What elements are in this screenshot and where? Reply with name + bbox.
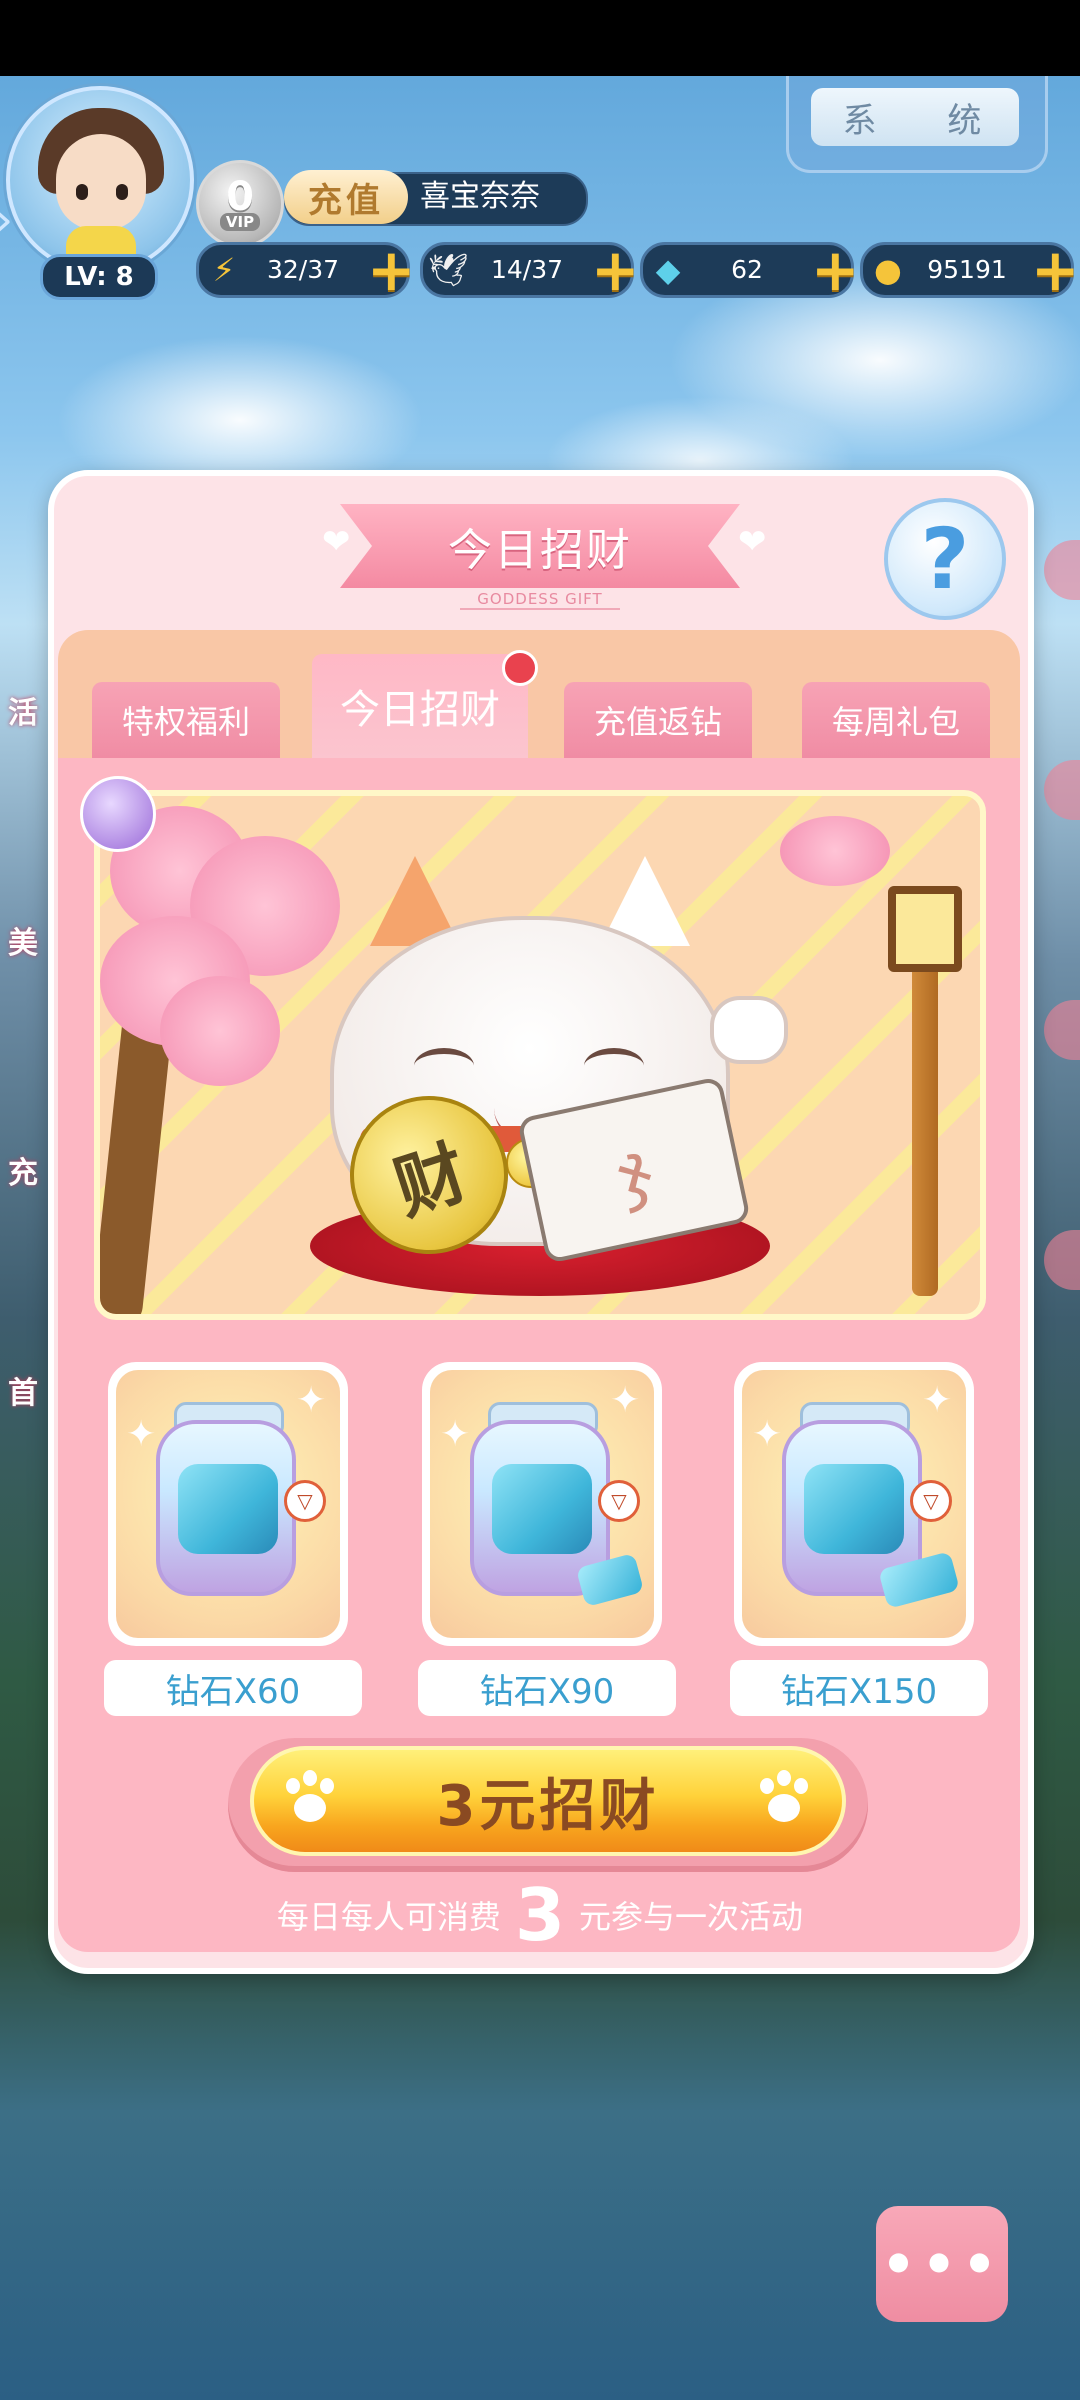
side-menu-item[interactable]: 美 [0,900,40,980]
lamp-post [912,956,938,1296]
side-expand-arrow-icon[interactable]: › [0,190,28,250]
lightning-icon: ⚡ [212,251,236,289]
reward-card-150: ✦ ✦ ▽ [734,1362,974,1646]
reward-label: 钻石X60 [104,1660,362,1716]
add-energy-button[interactable]: + [367,241,416,299]
note-suffix: 元参与一次活动 [579,1898,804,1936]
system-button[interactable]: 系 统 [811,88,1019,146]
tab-privilege[interactable]: 特权福利 [92,682,280,758]
resource-coin: ● 95191 + [860,241,1080,299]
help-button[interactable]: ? [884,498,1006,620]
coin-icon: ● [874,251,902,289]
lollipop-icon [80,776,156,852]
popup-subtitle: GODDESS GIFT [460,590,620,610]
sparkle-icon: ✦ [610,1380,641,1421]
player-avatar[interactable] [6,86,194,274]
side-menu-item[interactable]: 活 [0,670,40,750]
avatar-eye-left [76,184,88,200]
diamond-value: 62 [731,255,763,284]
more-menu-button[interactable]: ••• [876,2206,1008,2322]
side-menu-item[interactable]: 充 [0,1130,40,1210]
add-diamond-button[interactable]: + [811,241,860,299]
diamond-tag-icon: ▽ [910,1480,952,1522]
popup-title-banner: 今日招财 [340,504,740,588]
diamond-jar-icon [156,1420,296,1596]
reward-card-60: ✦ ✦ ▽ [108,1362,348,1646]
vip-badge[interactable]: 0 VIP [196,160,284,248]
add-coin-button[interactable]: + [1031,241,1080,299]
vip-number: 0 [226,174,254,220]
paw-icon [278,1770,342,1830]
sparkle-icon: ✦ [126,1414,157,1455]
note-prefix: 每日每人可消费 [276,1898,501,1936]
side-menu-item[interactable]: 首 [0,1350,40,1430]
diamond-tag-icon: ▽ [284,1480,326,1522]
recharge-button[interactable]: 充值 [284,170,408,224]
cat-eye [584,1048,644,1084]
status-bar [0,0,1080,76]
cat-eye [414,1048,474,1084]
resource-wing: 🕊 14/37 + [420,241,640,299]
activity-note: 每日每人可消费 3 元参与一次活动 [160,1873,920,1957]
heart-icon: ❤ [322,522,351,562]
blossom [780,816,890,886]
popup-title: 今日招财 [448,525,632,576]
sparkle-icon: ✦ [440,1414,471,1455]
reward-label: 钻石X150 [730,1660,988,1716]
wing-value: 14/37 [490,255,564,284]
tab-recharge-rebate[interactable]: 充值返钻 [564,682,752,758]
player-name: 喜宝奈奈 [420,179,540,214]
note-amount: 3 [514,1873,566,1957]
heart-icon: ❤ [738,522,767,562]
avatar-face [56,134,146,230]
vip-label: VIP [219,213,261,231]
sparkle-icon: ✦ [296,1380,327,1421]
wing-icon: 🕊 [427,251,469,289]
coin-value: 95191 [927,255,1007,284]
add-wing-button[interactable]: + [591,241,640,299]
sparkle-icon: ✦ [922,1380,953,1421]
sparkle-icon: ✦ [752,1414,783,1455]
lucky-cat-illustration: 财 ჯ [94,790,986,1320]
resource-diamond: ◆ 62 + [640,241,860,299]
system-panel: 系 统 [786,76,1048,173]
paw-icon [752,1770,816,1830]
avatar-eye-right [116,184,128,200]
resource-energy: ⚡ 32/37 + [196,241,416,299]
avatar-shirt [66,226,136,256]
diamond-tag-icon: ▽ [598,1480,640,1522]
reward-label: 钻石X90 [418,1660,676,1716]
notification-dot [502,650,538,686]
reward-card-90: ✦ ✦ ▽ [422,1362,662,1646]
tab-weekly-pack[interactable]: 每周礼包 [802,682,990,758]
lamp-head [888,886,962,972]
diamond-icon: ◆ [655,251,681,289]
cat-raised-paw [710,996,788,1064]
level-badge: LV: 8 [40,254,158,300]
energy-value: 32/37 [266,255,340,284]
blossom [160,976,280,1086]
tab-fortune[interactable]: 今日招财 [312,654,528,758]
